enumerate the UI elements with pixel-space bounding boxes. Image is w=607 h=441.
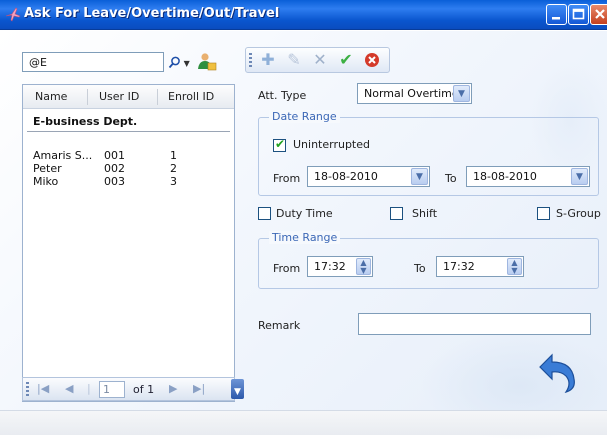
close-button[interactable]: [590, 4, 607, 25]
shift-checkbox[interactable]: [390, 207, 403, 220]
first-page-icon[interactable]: |◀: [37, 382, 49, 395]
s-group-label: S-Group: [556, 207, 601, 220]
row-user-id: 001: [104, 149, 125, 162]
cancel-button[interactable]: [362, 50, 382, 70]
att-type-select[interactable]: Normal Overtime ▼: [357, 83, 472, 104]
s-group-checkbox[interactable]: [537, 207, 550, 220]
window-title: Ask For Leave/Overtime/Out/Travel: [24, 6, 280, 21]
duty-time-label: Duty Time: [276, 207, 333, 220]
chevron-down-icon: ▼: [234, 387, 241, 397]
previous-page-icon[interactable]: ◀: [65, 382, 73, 395]
remark-label: Remark: [258, 319, 301, 332]
add-button[interactable]: ✚: [258, 50, 278, 70]
pager-separator: |: [87, 382, 91, 395]
delete-icon: ✕: [313, 50, 327, 69]
chevron-down-icon: ▼: [411, 168, 428, 185]
row-enroll-id: 2: [170, 162, 177, 175]
remark-input[interactable]: [358, 313, 591, 335]
date-to-label: To: [445, 172, 457, 185]
divider: [27, 131, 230, 132]
date-to-value: 18-08-2010: [473, 170, 537, 183]
time-range-group: Time Range From 17:32 ▲ ▼ To 17:32 ▲ ▼: [258, 231, 599, 289]
search-input[interactable]: @E: [22, 52, 164, 72]
row-user-id: 003: [104, 175, 125, 188]
last-page-icon[interactable]: ▶|: [193, 382, 205, 395]
time-from-spinner[interactable]: 17:32 ▲ ▼: [307, 256, 373, 277]
add-user-icon: [198, 53, 217, 71]
time-to-spinner[interactable]: 17:32 ▲ ▼: [436, 256, 524, 277]
undo-button[interactable]: [536, 353, 580, 394]
page-count-label: of 1: [133, 383, 155, 396]
chevron-down-icon: ▼: [571, 168, 588, 185]
select-user-button[interactable]: [195, 51, 217, 73]
search-button[interactable]: ▼: [166, 53, 192, 71]
time-range-legend: Time Range: [269, 231, 341, 244]
row-enroll-id: 3: [170, 175, 177, 188]
list-item[interactable]: Amaris S... 001 1: [33, 149, 233, 162]
edit-icon: ✎: [287, 50, 301, 69]
cancel-icon: [365, 53, 379, 67]
column-header-enroll-id[interactable]: Enroll ID: [168, 90, 214, 103]
spinner-icon[interactable]: ▲ ▼: [356, 258, 371, 275]
column-header-user-id[interactable]: User ID: [99, 90, 139, 103]
column-divider: [87, 89, 88, 105]
plane-icon: [5, 7, 21, 22]
date-from-value: 18-08-2010: [314, 170, 378, 183]
maximize-icon: [572, 8, 585, 20]
date-range-legend: Date Range: [269, 110, 340, 123]
page-number-input[interactable]: 1: [99, 381, 125, 398]
column-header-name[interactable]: Name: [35, 90, 67, 103]
list-item[interactable]: Miko 003 3: [33, 175, 233, 188]
shift-label: Shift: [412, 207, 438, 220]
maximize-button[interactable]: [568, 4, 589, 25]
check-icon: ✔: [339, 50, 353, 69]
next-page-icon[interactable]: ▶: [169, 382, 177, 395]
column-divider: [157, 89, 158, 105]
undo-arrow-icon: [539, 353, 575, 394]
time-to-value: 17:32: [443, 260, 475, 273]
att-type-label: Att. Type: [258, 89, 307, 102]
group-header[interactable]: E-business Dept.: [33, 115, 137, 128]
chevron-down-icon: ▼: [453, 85, 470, 102]
pager: |◀ ◀ | 1 of 1 ▶ ▶| ▼: [22, 377, 244, 401]
pager-grip: [26, 382, 29, 397]
duty-time-checkbox[interactable]: [258, 207, 271, 220]
row-user-id: 002: [104, 162, 125, 175]
date-range-group: Date Range Uninterrupted From 18-08-2010…: [258, 110, 599, 196]
row-name: Amaris S...: [33, 149, 93, 162]
save-button[interactable]: ✔: [336, 50, 356, 70]
status-bar: [0, 410, 607, 435]
row-name: Peter: [33, 162, 62, 175]
time-from-label: From: [273, 262, 301, 275]
time-from-value: 17:32: [314, 260, 346, 273]
toolbar-grip: [249, 53, 252, 68]
row-name: Miko: [33, 175, 59, 188]
date-from-label: From: [273, 172, 301, 185]
att-type-value: Normal Overtime: [364, 87, 459, 100]
list-header: Name User ID Enroll ID: [23, 85, 234, 109]
add-icon: ✚: [261, 50, 275, 69]
chevron-down-icon: ▼: [181, 59, 190, 68]
date-from-picker[interactable]: 18-08-2010 ▼: [307, 166, 430, 187]
uninterrupted-checkbox[interactable]: [273, 137, 286, 152]
employee-list[interactable]: Name User ID Enroll ID E-business Dept. …: [22, 84, 235, 402]
action-toolbar: ✚ ✎ ✕ ✔: [245, 47, 390, 73]
delete-button[interactable]: ✕: [310, 50, 330, 70]
uninterrupted-label: Uninterrupted: [293, 138, 370, 151]
close-icon: [595, 9, 605, 19]
window-client-area: @E ▼ Name User ID Enroll ID E-business D…: [0, 31, 607, 441]
edit-button[interactable]: ✎: [284, 50, 304, 70]
magnifier-icon: [168, 56, 180, 68]
date-to-picker[interactable]: 18-08-2010 ▼: [466, 166, 590, 187]
time-to-label: To: [414, 262, 426, 275]
minimize-button[interactable]: [546, 4, 567, 25]
spinner-icon[interactable]: ▲ ▼: [507, 258, 522, 275]
minimize-icon: [552, 17, 560, 20]
pager-options-button[interactable]: ▼: [231, 379, 244, 399]
title-bar[interactable]: Ask For Leave/Overtime/Out/Travel: [0, 0, 607, 30]
row-enroll-id: 1: [170, 149, 177, 162]
list-item[interactable]: Peter 002 2: [33, 162, 233, 175]
